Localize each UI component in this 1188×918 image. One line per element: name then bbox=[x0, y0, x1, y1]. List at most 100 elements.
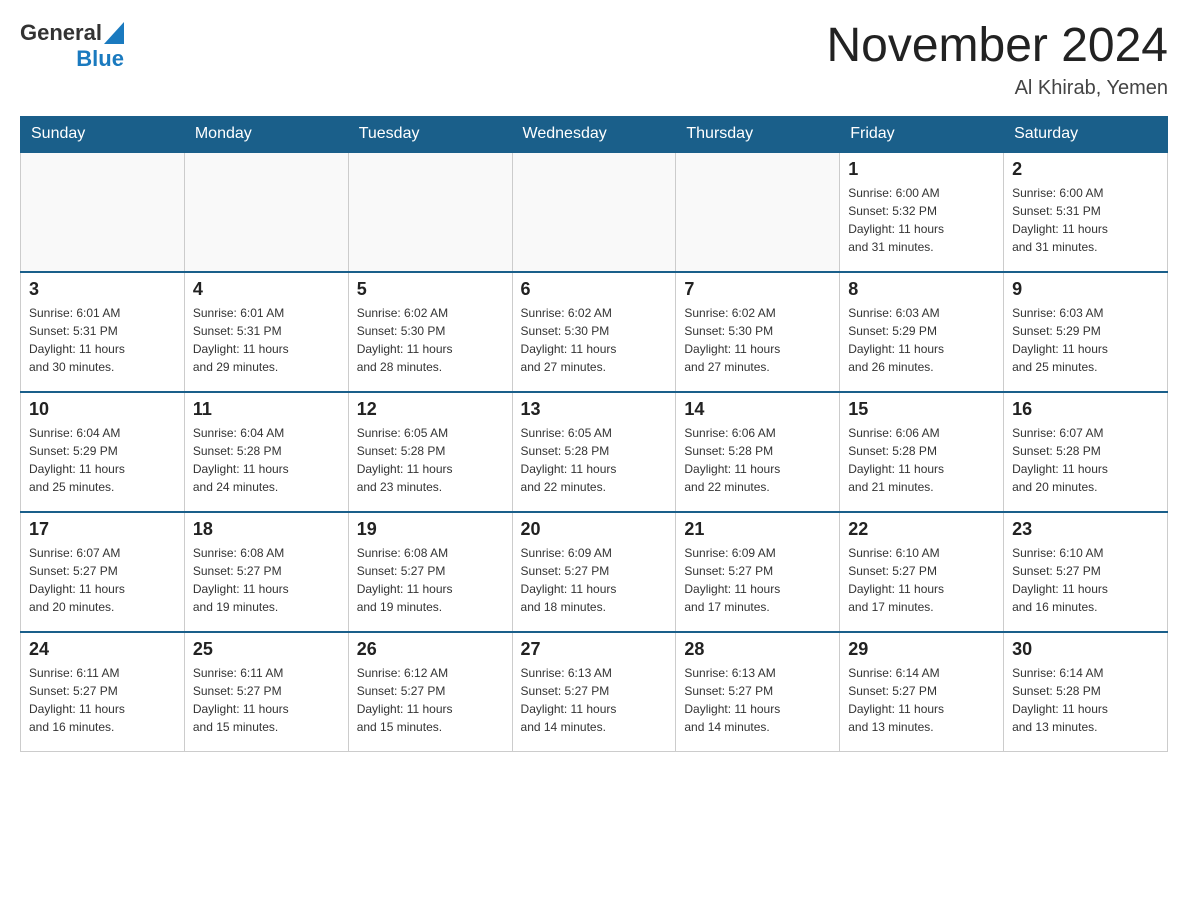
calendar-cell bbox=[676, 152, 840, 272]
day-number: 22 bbox=[848, 519, 995, 540]
day-number: 26 bbox=[357, 639, 504, 660]
calendar-cell bbox=[184, 152, 348, 272]
day-info: Sunrise: 6:08 AM Sunset: 5:27 PM Dayligh… bbox=[357, 544, 504, 616]
weekday-header-saturday: Saturday bbox=[1004, 116, 1168, 152]
calendar-cell: 29 Sunrise: 6:14 AM Sunset: 5:27 PM Dayli… bbox=[840, 632, 1004, 752]
calendar-cell: 9 Sunrise: 6:03 AM Sunset: 5:29 PM Daylig… bbox=[1004, 272, 1168, 392]
day-info: Sunrise: 6:09 AM Sunset: 5:27 PM Dayligh… bbox=[684, 544, 831, 616]
weekday-header-thursday: Thursday bbox=[676, 116, 840, 152]
day-info: Sunrise: 6:06 AM Sunset: 5:28 PM Dayligh… bbox=[848, 424, 995, 496]
day-number: 29 bbox=[848, 639, 995, 660]
calendar-cell: 17 Sunrise: 6:07 AM Sunset: 5:27 PM Dayli… bbox=[21, 512, 185, 632]
day-number: 11 bbox=[193, 399, 340, 420]
calendar-cell: 5 Sunrise: 6:02 AM Sunset: 5:30 PM Daylig… bbox=[348, 272, 512, 392]
day-number: 12 bbox=[357, 399, 504, 420]
day-number: 2 bbox=[1012, 159, 1159, 180]
logo-blue-text: Blue bbox=[76, 46, 124, 72]
weekday-header-row: SundayMondayTuesdayWednesdayThursdayFrid… bbox=[21, 116, 1168, 152]
day-info: Sunrise: 6:14 AM Sunset: 5:28 PM Dayligh… bbox=[1012, 664, 1159, 736]
day-info: Sunrise: 6:04 AM Sunset: 5:28 PM Dayligh… bbox=[193, 424, 340, 496]
day-info: Sunrise: 6:14 AM Sunset: 5:27 PM Dayligh… bbox=[848, 664, 995, 736]
day-number: 20 bbox=[521, 519, 668, 540]
day-info: Sunrise: 6:00 AM Sunset: 5:32 PM Dayligh… bbox=[848, 184, 995, 256]
calendar-cell: 24 Sunrise: 6:11 AM Sunset: 5:27 PM Dayli… bbox=[21, 632, 185, 752]
week-row-4: 17 Sunrise: 6:07 AM Sunset: 5:27 PM Dayli… bbox=[21, 512, 1168, 632]
weekday-header-friday: Friday bbox=[840, 116, 1004, 152]
title-area: November 2024 Al Khirab, Yemen bbox=[826, 20, 1168, 100]
calendar-cell: 20Sunrise: 6:09 AM Sunset: 5:27 PM Dayli… bbox=[512, 512, 676, 632]
day-info: Sunrise: 6:05 AM Sunset: 5:28 PM Dayligh… bbox=[521, 424, 668, 496]
day-number: 19 bbox=[357, 519, 504, 540]
day-number: 5 bbox=[357, 279, 504, 300]
day-number: 18 bbox=[193, 519, 340, 540]
day-number: 7 bbox=[684, 279, 831, 300]
day-info: Sunrise: 6:06 AM Sunset: 5:28 PM Dayligh… bbox=[684, 424, 831, 496]
calendar-cell: 2 Sunrise: 6:00 AM Sunset: 5:31 PM Daylig… bbox=[1004, 152, 1168, 272]
day-info: Sunrise: 6:11 AM Sunset: 5:27 PM Dayligh… bbox=[29, 664, 176, 736]
day-info: Sunrise: 6:08 AM Sunset: 5:27 PM Dayligh… bbox=[193, 544, 340, 616]
day-info: Sunrise: 6:07 AM Sunset: 5:27 PM Dayligh… bbox=[29, 544, 176, 616]
weekday-header-sunday: Sunday bbox=[21, 116, 185, 152]
day-number: 3 bbox=[29, 279, 176, 300]
calendar-cell: 18 Sunrise: 6:08 AM Sunset: 5:27 PM Dayli… bbox=[184, 512, 348, 632]
calendar-cell bbox=[512, 152, 676, 272]
calendar-subtitle: Al Khirab, Yemen bbox=[826, 77, 1168, 100]
day-number: 15 bbox=[848, 399, 995, 420]
day-number: 14 bbox=[684, 399, 831, 420]
calendar-cell bbox=[21, 152, 185, 272]
logo-triangle-icon bbox=[104, 22, 124, 44]
logo: General Blue bbox=[20, 20, 124, 72]
day-info: Sunrise: 6:03 AM Sunset: 5:29 PM Dayligh… bbox=[848, 304, 995, 376]
day-number: 25 bbox=[193, 639, 340, 660]
week-row-5: 24 Sunrise: 6:11 AM Sunset: 5:27 PM Dayli… bbox=[21, 632, 1168, 752]
calendar-cell: 22Sunrise: 6:10 AM Sunset: 5:27 PM Dayli… bbox=[840, 512, 1004, 632]
week-row-3: 10 Sunrise: 6:04 AM Sunset: 5:29 PM Dayli… bbox=[21, 392, 1168, 512]
day-info: Sunrise: 6:10 AM Sunset: 5:27 PM Dayligh… bbox=[1012, 544, 1159, 616]
calendar-cell: 25 Sunrise: 6:11 AM Sunset: 5:27 PM Dayli… bbox=[184, 632, 348, 752]
day-number: 28 bbox=[684, 639, 831, 660]
day-number: 13 bbox=[521, 399, 668, 420]
day-info: Sunrise: 6:05 AM Sunset: 5:28 PM Dayligh… bbox=[357, 424, 504, 496]
calendar-cell: 7 Sunrise: 6:02 AM Sunset: 5:30 PM Daylig… bbox=[676, 272, 840, 392]
calendar-cell bbox=[348, 152, 512, 272]
day-number: 24 bbox=[29, 639, 176, 660]
day-info: Sunrise: 6:02 AM Sunset: 5:30 PM Dayligh… bbox=[357, 304, 504, 376]
day-number: 10 bbox=[29, 399, 176, 420]
day-number: 4 bbox=[193, 279, 340, 300]
day-number: 6 bbox=[521, 279, 668, 300]
day-number: 21 bbox=[684, 519, 831, 540]
calendar-cell: 14 Sunrise: 6:06 AM Sunset: 5:28 PM Dayli… bbox=[676, 392, 840, 512]
calendar-cell: 13 Sunrise: 6:05 AM Sunset: 5:28 PM Dayli… bbox=[512, 392, 676, 512]
calendar-cell: 19 Sunrise: 6:08 AM Sunset: 5:27 PM Dayli… bbox=[348, 512, 512, 632]
logo-general-text: General bbox=[20, 20, 102, 46]
calendar-cell: 1 Sunrise: 6:00 AM Sunset: 5:32 PM Daylig… bbox=[840, 152, 1004, 272]
calendar-cell: 28 Sunrise: 6:13 AM Sunset: 5:27 PM Dayli… bbox=[676, 632, 840, 752]
weekday-header-monday: Monday bbox=[184, 116, 348, 152]
calendar-cell: 10 Sunrise: 6:04 AM Sunset: 5:29 PM Dayli… bbox=[21, 392, 185, 512]
day-info: Sunrise: 6:07 AM Sunset: 5:28 PM Dayligh… bbox=[1012, 424, 1159, 496]
week-row-2: 3 Sunrise: 6:01 AM Sunset: 5:31 PM Daylig… bbox=[21, 272, 1168, 392]
calendar-cell: 4 Sunrise: 6:01 AM Sunset: 5:31 PM Daylig… bbox=[184, 272, 348, 392]
day-number: 1 bbox=[848, 159, 995, 180]
day-info: Sunrise: 6:01 AM Sunset: 5:31 PM Dayligh… bbox=[29, 304, 176, 376]
calendar-cell: 16Sunrise: 6:07 AM Sunset: 5:28 PM Dayli… bbox=[1004, 392, 1168, 512]
day-info: Sunrise: 6:00 AM Sunset: 5:31 PM Dayligh… bbox=[1012, 184, 1159, 256]
day-info: Sunrise: 6:02 AM Sunset: 5:30 PM Dayligh… bbox=[684, 304, 831, 376]
calendar-cell: 15 Sunrise: 6:06 AM Sunset: 5:28 PM Dayli… bbox=[840, 392, 1004, 512]
calendar-table: SundayMondayTuesdayWednesdayThursdayFrid… bbox=[20, 116, 1168, 753]
day-number: 30 bbox=[1012, 639, 1159, 660]
day-info: Sunrise: 6:03 AM Sunset: 5:29 PM Dayligh… bbox=[1012, 304, 1159, 376]
day-number: 23 bbox=[1012, 519, 1159, 540]
calendar-cell: 3 Sunrise: 6:01 AM Sunset: 5:31 PM Daylig… bbox=[21, 272, 185, 392]
day-info: Sunrise: 6:11 AM Sunset: 5:27 PM Dayligh… bbox=[193, 664, 340, 736]
day-info: Sunrise: 6:02 AM Sunset: 5:30 PM Dayligh… bbox=[521, 304, 668, 376]
day-info: Sunrise: 6:13 AM Sunset: 5:27 PM Dayligh… bbox=[684, 664, 831, 736]
day-info: Sunrise: 6:04 AM Sunset: 5:29 PM Dayligh… bbox=[29, 424, 176, 496]
calendar-cell: 21 Sunrise: 6:09 AM Sunset: 5:27 PM Dayli… bbox=[676, 512, 840, 632]
calendar-cell: 23 Sunrise: 6:10 AM Sunset: 5:27 PM Dayli… bbox=[1004, 512, 1168, 632]
calendar-title: November 2024 bbox=[826, 20, 1168, 73]
weekday-header-wednesday: Wednesday bbox=[512, 116, 676, 152]
day-number: 17 bbox=[29, 519, 176, 540]
day-info: Sunrise: 6:01 AM Sunset: 5:31 PM Dayligh… bbox=[193, 304, 340, 376]
day-number: 9 bbox=[1012, 279, 1159, 300]
